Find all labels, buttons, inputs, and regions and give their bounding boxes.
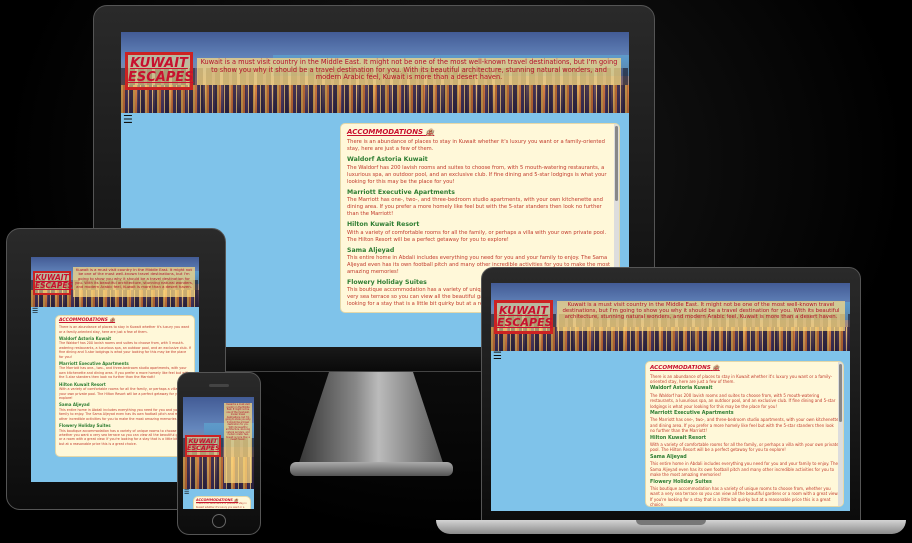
hotel-icon: 🏨 [425,128,435,136]
site-logo[interactable]: KUWAIT ESCAPES [125,52,194,90]
section-heading: ACCOMMODATIONS 🏨 [347,128,613,137]
laptop-notch [636,520,706,525]
intro-text: There is an abundance of places to stay … [650,373,833,384]
intro-text: There is an abundance of places to stay … [347,139,605,153]
hotel-text: This entire home in Abdali includes ever… [650,461,838,478]
accommodations-card: ACCOMMODATIONS 🏨 There is an abundance o… [645,361,844,507]
accommodations-card: ACCOMMODATIONS 🏨 There is an abundance o… [55,315,195,457]
phone-screen: KUWAIT ESCAPES Kuwait is a must visit co… [183,397,254,509]
section-title: ACCOMMODATIONS [347,128,424,136]
logo-line-1: KUWAIT [499,304,548,317]
hotel-name: Hilton Kuwait Resort [347,221,420,229]
laptop-screen: KUWAIT ESCAPES Kuwait is a must visit co… [491,283,850,511]
content-area: ☰ ACCOMMODATIONS 🏨 There is an abundance… [183,489,254,509]
hotel-text: With a variety of comfortable rooms for … [650,442,839,453]
hotel-text: The Marriott has one-, two-, and three-b… [650,417,839,434]
hamburger-menu-icon[interactable]: ☰ [32,307,38,315]
site-logo[interactable]: KUWAIT ESCAPES [33,271,73,295]
logo-line-2: ESCAPES [35,280,73,290]
hero-tagline: Kuwait is a must visit country in the Mi… [73,267,195,297]
section-title: ACCOMMODATIONS [59,318,108,323]
logo-line-2: ESCAPES [128,69,194,85]
phone-speaker [209,384,229,387]
logo-line-2: ESCAPES [187,443,220,452]
hotel-text: With a variety of comfortable rooms for … [347,229,607,243]
logo-line-1: KUWAIT [130,56,188,71]
hotel-text: The Marriott has one-, two-, and three-b… [59,366,190,380]
hotel-text: The Waldorf has 200 lavish rooms and sui… [347,164,607,185]
hero-tagline: Kuwait is a must visit country in the Mi… [197,58,621,85]
hotel-name: Marriott Executive Apartments [347,188,455,196]
content-area: ☰ ACCOMMODATIONS 🏨 There is an abundance… [31,307,199,482]
section-heading: ACCOMMODATIONS 🏨 [650,365,839,373]
content-area: ☰ ACCOMMODATIONS 🏨 There is an abundance… [491,351,850,511]
hamburger-menu-icon[interactable]: ☰ [493,351,502,362]
hotel-icon: 🏨 [109,318,116,323]
hamburger-menu-icon[interactable]: ☰ [184,489,189,496]
intro-text: There is an abundance of places to stay … [196,502,247,509]
hero-tagline: Kuwait is a must visit country in the Mi… [557,301,845,331]
tablet-screen: KUWAIT ESCAPES Kuwait is a must visit co… [31,257,199,482]
hero-tagline: Kuwait is a must visit country in the Mi… [224,403,252,483]
hotel-text: This entire home in Abdali includes ever… [59,407,185,421]
hotel-text: The Waldorf has 200 lavish rooms and sui… [650,392,836,409]
hotel-icon: 🏨 [712,365,720,371]
hotel-name: Sama Aljeyad [347,246,395,254]
card-scrollbar[interactable] [838,362,843,506]
hamburger-menu-icon[interactable]: ☰ [123,113,133,126]
monitor-foot [290,462,453,476]
section-heading: ACCOMMODATIONS 🏨 [59,318,191,324]
accommodations-card: ACCOMMODATIONS 🏨 There is an abundance o… [193,496,251,509]
hotel-text: The Marriott has one-, two-, and three-b… [347,197,603,218]
hotel-text: With a variety of comfortable rooms for … [59,387,186,401]
site-logo[interactable]: KUWAIT ESCAPES [494,300,553,334]
hotel-name: Waldorf Astoria Kuwait [347,156,428,164]
hotel-text: This boutique accommodation has a variet… [59,428,189,446]
section-title: ACCOMMODATIONS [650,365,711,371]
logo-line-2: ESCAPES [497,315,553,329]
section-title: ACCOMMODATIONS [196,498,233,502]
hotel-text: The Waldorf has 200 lavish rooms and sui… [59,341,191,359]
site-logo[interactable]: KUWAIT ESCAPES [185,435,221,457]
hotel-icon: 🏨 [234,498,239,502]
hotel-text: This boutique accommodation has a variet… [650,485,839,507]
phone-home-button[interactable] [212,514,226,528]
intro-text: There is an abundance of places to stay … [59,325,190,334]
